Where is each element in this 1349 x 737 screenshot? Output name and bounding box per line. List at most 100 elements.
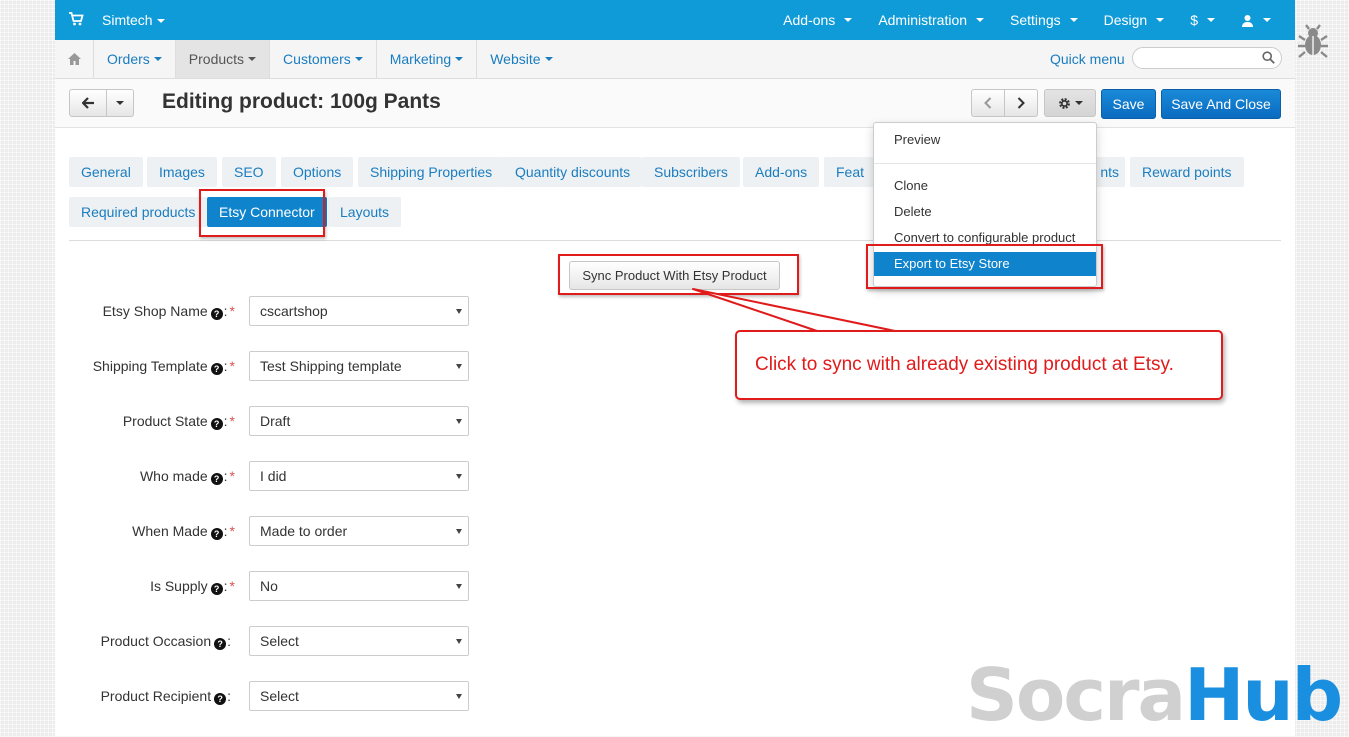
label-shipping-template: Shipping Template?: * (92, 358, 235, 375)
chevron-left-icon (984, 97, 992, 109)
label-product-state: Product State?: * (122, 413, 235, 430)
label-is-supply: Is Supply?: * (150, 578, 235, 595)
back-dropdown-button[interactable] (106, 89, 134, 117)
chevron-down-icon (153, 57, 162, 61)
required-mark: * (229, 468, 235, 484)
tab-images[interactable]: Images (147, 157, 217, 187)
menu-addons[interactable]: Add-ons (770, 0, 865, 40)
search-icon (1262, 51, 1275, 64)
required-mark: * (229, 303, 235, 319)
menu-item-preview[interactable]: Preview (874, 128, 1096, 152)
quick-menu-link[interactable]: Quick menu (1050, 51, 1125, 67)
save-button[interactable]: Save (1101, 89, 1156, 119)
callout-text: Click to sync with already existing prod… (755, 354, 1174, 375)
tab-seo[interactable]: SEO (222, 157, 276, 187)
product-occasion-select[interactable]: Select (249, 626, 469, 656)
chevron-down-icon (354, 57, 363, 61)
watermark-part1: Socra (966, 653, 1186, 737)
nav-products[interactable]: Products (175, 40, 271, 78)
chevron-down-icon (156, 19, 165, 24)
label-product-occasion: Product Occasion?: (100, 633, 231, 650)
nav-website[interactable]: Website (477, 40, 565, 78)
menu-design[interactable]: Design (1091, 0, 1178, 40)
back-button[interactable] (69, 89, 107, 117)
annotation-callout: Click to sync with already existing prod… (735, 330, 1223, 400)
tabs-divider (69, 240, 1281, 241)
help-icon[interactable]: ? (210, 418, 223, 430)
page-title: Editing product: 100g Pants (162, 90, 441, 113)
debug-bug-icon[interactable] (1297, 24, 1329, 60)
select-arrow-icon (456, 309, 462, 314)
store-switcher[interactable]: Simtech (102, 12, 165, 28)
select-arrow-icon (456, 419, 462, 424)
gear-icon (1058, 97, 1070, 109)
who-made-select[interactable]: I did (249, 461, 469, 491)
main-nav: Orders Products Customers Marketing Webs… (55, 40, 1295, 79)
admin-page: Simtech Add-ons Administration Settings … (55, 0, 1295, 736)
cart-icon[interactable] (68, 11, 84, 27)
tab-required-products[interactable]: Required products (69, 197, 208, 227)
help-icon[interactable]: ? (210, 473, 223, 485)
help-icon[interactable]: ? (214, 693, 227, 705)
settings-dropdown-button[interactable] (1044, 89, 1096, 117)
etsy-shop-name-select[interactable]: cscartshop (249, 296, 469, 326)
tab-layouts[interactable]: Layouts (328, 197, 402, 227)
when-made-select[interactable]: Made to order (249, 516, 469, 546)
tab-shipping-properties[interactable]: Shipping Properties (358, 157, 505, 187)
watermark-part2: Hub (1184, 653, 1343, 737)
prev-product-button[interactable] (971, 89, 1005, 117)
tab-subscribers[interactable]: Subscribers (642, 157, 740, 187)
select-arrow-icon (456, 529, 462, 534)
tab-options[interactable]: Options (281, 157, 354, 187)
select-arrow-icon (456, 474, 462, 479)
label-who-made: Who made?: * (139, 468, 235, 485)
select-arrow-icon (456, 584, 462, 589)
chevron-down-icon (1074, 101, 1083, 105)
nav-customers[interactable]: Customers (270, 40, 377, 78)
menu-item-clone[interactable]: Clone (874, 174, 1096, 198)
is-supply-select[interactable]: No (249, 571, 469, 601)
select-arrow-icon (456, 364, 462, 369)
help-icon[interactable]: ? (210, 583, 223, 595)
top-bar: Simtech Add-ons Administration Settings … (55, 0, 1295, 40)
chevron-down-icon (248, 57, 257, 61)
chevron-down-icon (544, 57, 553, 61)
tab-quantity-discounts[interactable]: Quantity discounts (503, 157, 643, 187)
menu-settings[interactable]: Settings (997, 0, 1091, 40)
product-state-select[interactable]: Draft (249, 406, 469, 436)
menu-item-delete[interactable]: Delete (874, 200, 1096, 224)
top-nav: Add-ons Administration Settings Design $ (770, 0, 1295, 40)
menu-administration[interactable]: Administration (865, 0, 997, 40)
chevron-right-icon (1017, 97, 1025, 109)
tab-features[interactable]: Feat (824, 157, 874, 187)
product-recipient-select[interactable]: Select (249, 681, 469, 711)
save-and-close-button[interactable]: Save And Close (1161, 89, 1281, 119)
shipping-template-select[interactable]: Test Shipping template (249, 351, 469, 381)
annotation-box-etsy-tab (199, 189, 325, 237)
help-icon[interactable]: ? (210, 363, 223, 375)
chevron-down-icon (844, 18, 853, 22)
search-input[interactable] (1132, 47, 1282, 69)
annotation-box-sync-button (558, 254, 799, 295)
nav-marketing[interactable]: Marketing (377, 40, 478, 78)
menu-currency[interactable]: $ (1177, 0, 1228, 40)
chevron-down-icon (1207, 18, 1215, 22)
home-button[interactable] (55, 40, 94, 78)
tab-general[interactable]: General (69, 157, 143, 187)
chevron-down-icon (1263, 18, 1271, 22)
required-mark: * (229, 358, 235, 374)
socrahub-watermark: SocraHub (966, 653, 1343, 737)
next-product-button[interactable] (1004, 89, 1038, 117)
help-icon[interactable]: ? (214, 638, 227, 650)
help-icon[interactable]: ? (210, 308, 223, 320)
required-mark: * (229, 523, 235, 539)
menu-user[interactable] (1228, 0, 1295, 40)
help-icon[interactable]: ? (210, 528, 223, 540)
user-icon (1242, 14, 1253, 27)
arrow-left-icon (81, 97, 94, 109)
nav-orders[interactable]: Orders (94, 40, 176, 78)
label-when-made: When Made?: * (132, 523, 235, 540)
tab-addons[interactable]: Add-ons (743, 157, 820, 187)
tab-reward-points[interactable]: Reward points (1130, 157, 1244, 187)
annotation-box-export (866, 244, 1103, 289)
